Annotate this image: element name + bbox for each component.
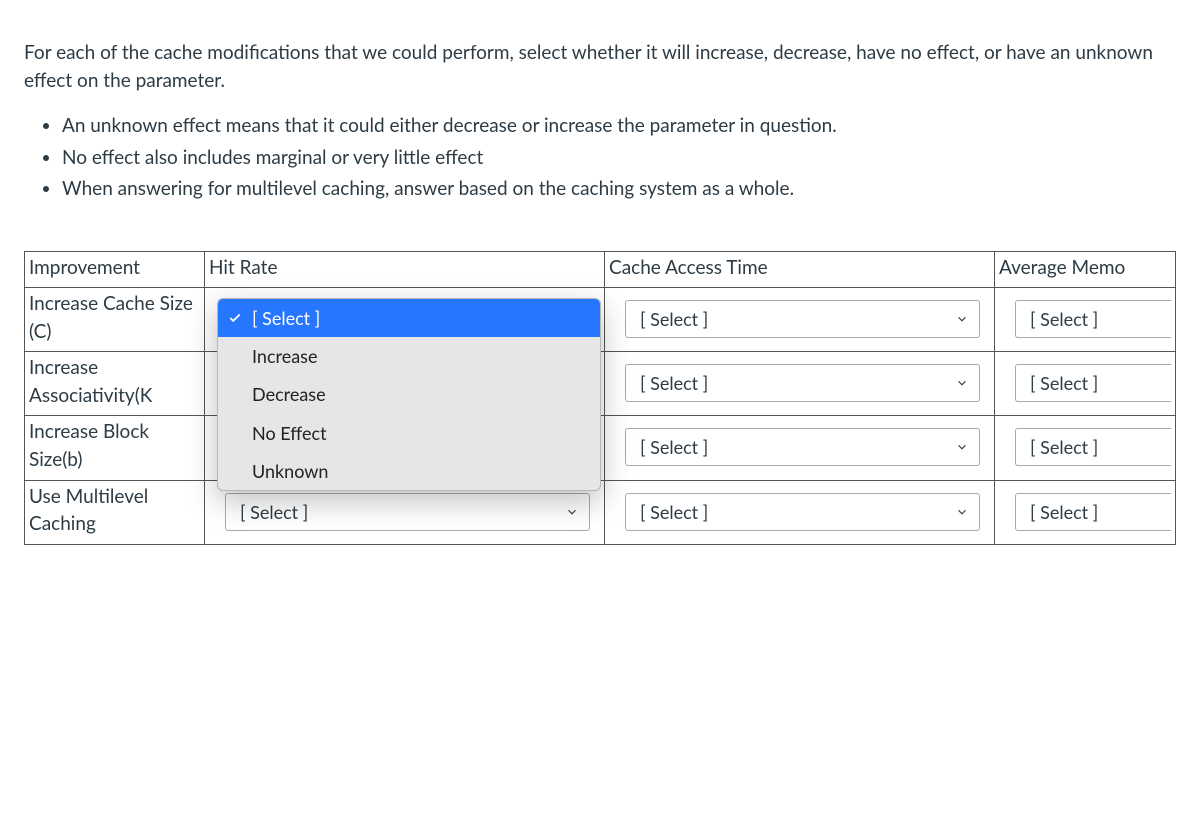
row-label: Increase Block Size(b) xyxy=(25,416,205,480)
select-value: [ Select ] xyxy=(640,499,708,525)
dropdown-option-label: Unknown xyxy=(252,460,328,482)
col-header-cache-access-time: Cache Access Time xyxy=(605,251,995,288)
select-value: [ Select ] xyxy=(640,434,708,460)
chevron-down-icon xyxy=(955,505,969,519)
select-avg-memo-row0[interactable]: [ Select ] xyxy=(1015,300,1171,338)
dropdown-option-label: No Effect xyxy=(252,422,327,444)
select-value: [ Select ] xyxy=(1030,499,1098,525)
chevron-down-icon xyxy=(955,376,969,390)
col-header-improvement: Improvement xyxy=(25,251,205,288)
notes-list: An unknown effect means that it could ei… xyxy=(24,112,1176,203)
chevron-down-icon xyxy=(565,505,579,519)
select-avg-memo-row3[interactable]: [ Select ] xyxy=(1015,493,1171,531)
select-avg-memo-row1[interactable]: [ Select ] xyxy=(1015,364,1171,402)
dropdown-option-select[interactable]: [ Select ] xyxy=(218,299,600,337)
select-hit-rate-row3[interactable]: [ Select ] xyxy=(225,493,590,531)
dropdown-option-increase[interactable]: Increase xyxy=(218,337,600,375)
col-header-average-memo: Average Memo xyxy=(995,251,1176,288)
note-item: No effect also includes marginal or very… xyxy=(62,144,1176,172)
dropdown-menu: [ Select ] Increase Decrease No Effect U… xyxy=(217,298,601,490)
row-label: Increase Cache Size (C) xyxy=(25,288,205,352)
select-value: [ Select ] xyxy=(1030,434,1098,460)
select-cache-access-row2[interactable]: [ Select ] xyxy=(625,428,980,466)
effects-table: Improvement Hit Rate Cache Access Time A… xyxy=(24,251,1176,545)
select-value: [ Select ] xyxy=(1030,306,1098,332)
select-cache-access-row3[interactable]: [ Select ] xyxy=(625,493,980,531)
table-row: Use Multilevel Caching [ Select ] [ Sele… xyxy=(25,480,1176,544)
select-value: [ Select ] xyxy=(640,370,708,396)
row-label: Increase Associativity(K xyxy=(25,352,205,416)
row-label: Use Multilevel Caching xyxy=(25,480,205,544)
dropdown-option-label: Increase xyxy=(252,345,317,367)
dropdown-option-decrease[interactable]: Decrease xyxy=(218,375,600,413)
chevron-down-icon xyxy=(955,312,969,326)
dropdown-option-no-effect[interactable]: No Effect xyxy=(218,414,600,452)
dropdown-option-unknown[interactable]: Unknown xyxy=(218,452,600,490)
table-header-row: Improvement Hit Rate Cache Access Time A… xyxy=(25,251,1176,288)
dropdown-option-label: [ Select ] xyxy=(252,307,320,329)
select-avg-memo-row2[interactable]: [ Select ] xyxy=(1015,428,1171,466)
chevron-down-icon xyxy=(955,440,969,454)
select-cache-access-row1[interactable]: [ Select ] xyxy=(625,364,980,402)
select-value: [ Select ] xyxy=(240,499,308,525)
dropdown-option-label: Decrease xyxy=(252,383,326,405)
select-value: [ Select ] xyxy=(640,306,708,332)
select-cache-access-row0[interactable]: [ Select ] xyxy=(625,300,980,338)
question-intro: For each of the cache modifications that… xyxy=(24,39,1176,94)
select-value: [ Select ] xyxy=(1030,370,1098,396)
table-row: Increase Cache Size (C) [ Select ] [ Sel… xyxy=(25,288,1176,352)
col-header-hit-rate: Hit Rate xyxy=(205,251,605,288)
note-item: When answering for multilevel caching, a… xyxy=(62,175,1176,203)
note-item: An unknown effect means that it could ei… xyxy=(62,112,1176,140)
check-icon xyxy=(228,311,242,325)
